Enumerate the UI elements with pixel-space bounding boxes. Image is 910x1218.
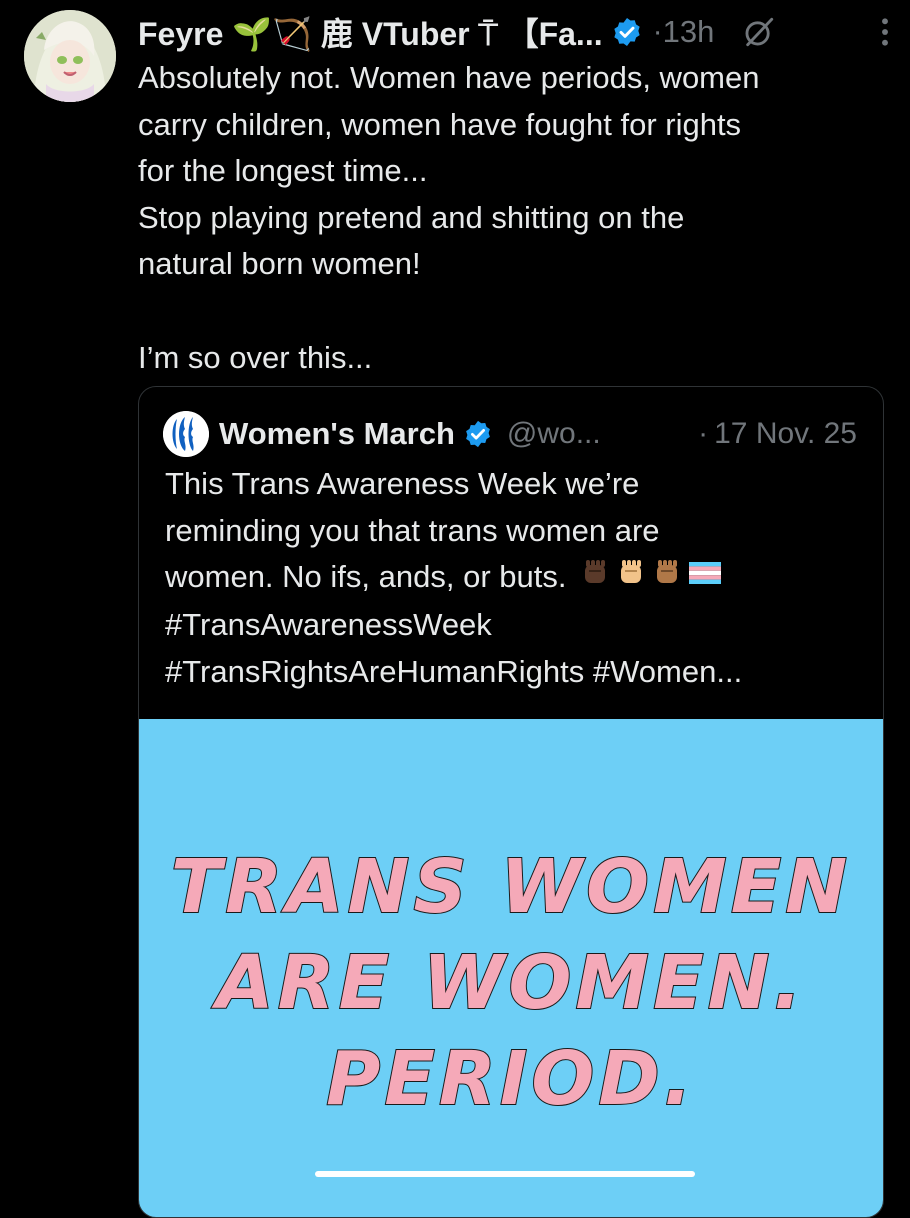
post-text-line: carry children, women have fought for ri… [138, 106, 742, 142]
verified-badge-icon[interactable] [611, 16, 643, 48]
quoted-text-line: reminding you that trans women are [165, 512, 660, 548]
post-text-line: for the longest time... [138, 153, 428, 189]
quoted-post-date[interactable]: 17 Nov. 25 [714, 417, 857, 451]
quoted-text-line: This Trans Awareness Week we’re [165, 466, 640, 501]
quoted-text-segment: women. No ifs, ands, or buts. [165, 559, 567, 595]
post-text-line: Absolutely not. Women have periods, wome… [138, 60, 760, 95]
quoted-post-text: This Trans Awareness Week we’re remindin… [165, 461, 865, 695]
verified-badge-icon[interactable] [463, 419, 493, 449]
quoted-author-avatar[interactable] [163, 411, 209, 457]
poster-line: ARE WOMEN. [215, 939, 806, 1027]
post-text: Absolutely not. Women have periods, wome… [138, 55, 883, 381]
hashtag-line[interactable]: #TransRightsAreHumanRights #Women... [165, 649, 865, 696]
quoted-text-line: women. No ifs, ands, or buts. [165, 554, 865, 602]
more-vertical-icon[interactable] [878, 16, 892, 48]
author-avatar[interactable] [24, 10, 116, 102]
post-text-line: Stop playing pretend and shitting on the [138, 199, 685, 235]
quoted-post-header: Women's March @wo... · 17 Nov. 25 [163, 409, 857, 459]
quoted-author-handle[interactable]: @wo... [507, 417, 601, 451]
quoted-post-card[interactable]: Women's March @wo... · 17 Nov. 25 This T… [138, 386, 884, 1218]
quoted-post-image[interactable]: TRANS WOMEN ARE WOMEN. PERIOD. [139, 719, 883, 1217]
hashtag-line[interactable]: #TransAwarenessWeek [165, 602, 865, 649]
separator-dot: · [652, 15, 663, 48]
author-display-name[interactable]: Feyre 🌱🏹 鹿 VTuber ⍑ 【Fa... [138, 9, 603, 55]
raised-fist-dark-emoji [579, 556, 611, 603]
post-timestamp[interactable]: 13h [663, 14, 715, 50]
post-header: Feyre 🌱🏹 鹿 VTuber ⍑ 【Fa... · 13h [138, 8, 892, 56]
quoted-author-name[interactable]: Women's March [219, 416, 455, 452]
poster-line: PERIOD. [325, 1035, 696, 1123]
poster-underline [315, 1171, 695, 1177]
post-text-line: natural born women! [138, 246, 421, 282]
raised-fist-medium-emoji [651, 556, 683, 603]
separator-dot: · [698, 417, 709, 450]
poster-text: TRANS WOMEN ARE WOMEN. PERIOD. [139, 839, 883, 1127]
poster-line: TRANS WOMEN [170, 843, 852, 931]
grok-icon[interactable] [742, 15, 776, 49]
raised-fist-light-emoji [615, 556, 647, 603]
post-text-line: I’m so over this... [138, 339, 373, 375]
transgender-flag-emoji [687, 556, 723, 603]
